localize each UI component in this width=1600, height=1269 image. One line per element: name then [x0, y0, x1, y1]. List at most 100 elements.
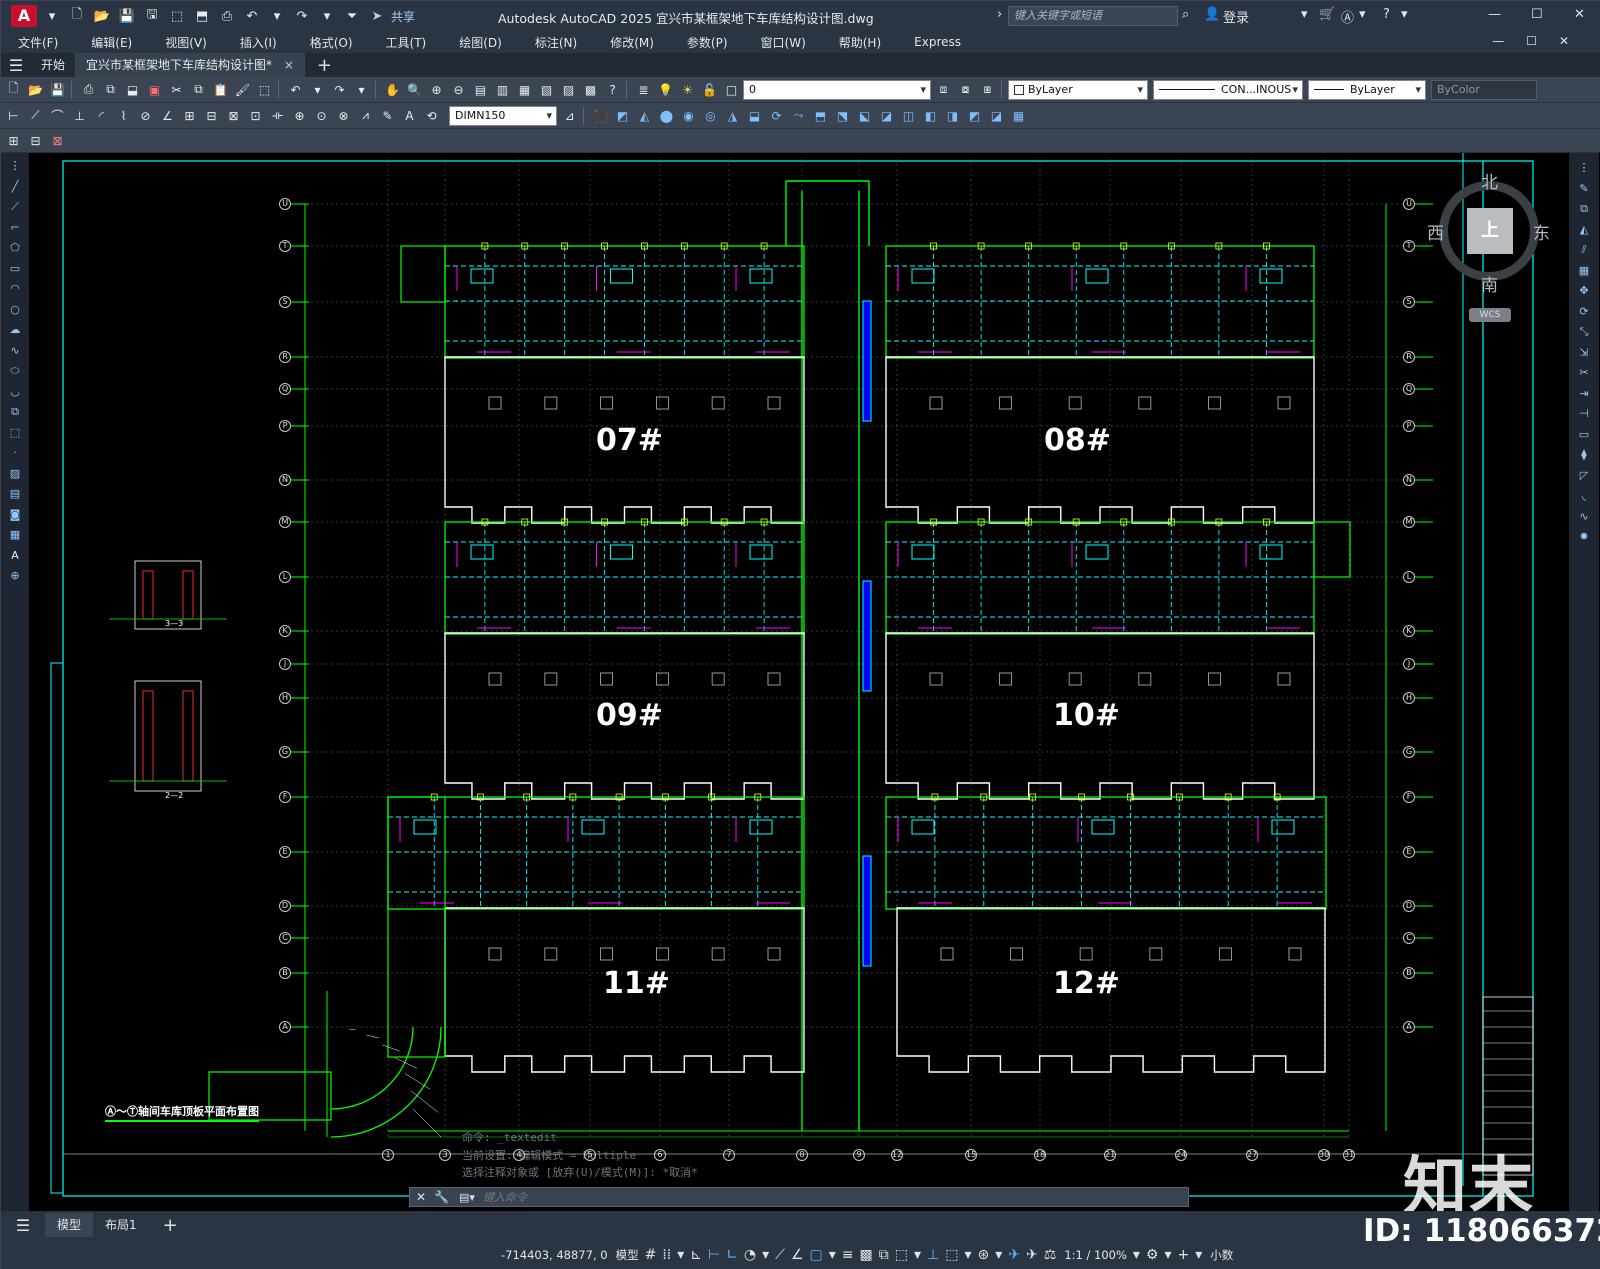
lineweight-dropdown[interactable]: ByLayer [1308, 79, 1426, 100]
make-block-icon[interactable]: ⬚ [6, 424, 24, 441]
hamburger-menu-icon[interactable]: ☰ [1, 1216, 45, 1235]
ellipse-arc-icon[interactable]: ◡ [6, 383, 24, 400]
dimension-update-icon[interactable]: ⟲ [422, 107, 441, 125]
command-prompt-icon[interactable]: ▤▾ [459, 1191, 475, 1204]
match-properties-icon[interactable]: 🖌 [233, 81, 252, 99]
reference-edit-icon[interactable]: ⊟ [26, 132, 45, 150]
auto-scale-icon[interactable]: ✈ [1026, 1247, 1038, 1263]
paste-icon[interactable]: 📋 [211, 81, 230, 99]
viewcube-east[interactable]: 东 [1533, 219, 1550, 244]
subtract-icon[interactable]: ⬕ [855, 107, 874, 125]
point-icon[interactable]: · [6, 444, 24, 461]
plotstyle-dropdown[interactable]: ByColor [1431, 79, 1537, 100]
jogged-linear-icon[interactable]: ⩘ [356, 107, 375, 125]
aligned-dimension-icon[interactable]: ⟋ [26, 107, 45, 125]
menu-express[interactable]: Express [897, 35, 977, 49]
dimension-style-dropdown[interactable]: DIMN150 [449, 105, 557, 126]
mirror-icon[interactable]: ◭ [1575, 221, 1593, 238]
new-tab-button[interactable]: + [317, 55, 332, 76]
plus-icon[interactable]: + [1178, 1247, 1190, 1263]
angular-icon[interactable]: ∠ [158, 107, 177, 125]
autodesk-a360-icon[interactable]: Ⓐ [1341, 7, 1354, 26]
grid-icon[interactable]: # [645, 1247, 657, 1263]
loft-icon[interactable]: ⬒ [811, 107, 830, 125]
infer-constraints-icon[interactable]: ⊾ [690, 1247, 702, 1263]
annotation-scale-value[interactable]: 1:1 / 100% [1064, 1248, 1127, 1262]
block-editor-icon[interactable]: ⬚ [255, 81, 274, 99]
intersect-icon[interactable]: ◪ [877, 107, 896, 125]
circle-icon[interactable]: ○ [6, 301, 24, 318]
chevron-down-icon[interactable]: ▾ [1133, 1247, 1140, 1263]
region-icon[interactable]: ◙ [6, 506, 24, 523]
chevron-down-icon[interactable]: ▾ [677, 1247, 684, 1263]
save-as-icon[interactable]: 🖫 [142, 6, 162, 26]
copy-icon[interactable]: ⧉ [189, 81, 208, 99]
3d-array-icon[interactable]: ▦ [1009, 107, 1028, 125]
chevron-down-icon[interactable]: ▾ [1164, 1247, 1171, 1263]
menu-parametric[interactable]: 参数(P) [670, 34, 744, 51]
diameter-icon[interactable]: ⊘ [136, 107, 155, 125]
join-icon[interactable]: ⧫ [1575, 446, 1593, 463]
menu-file[interactable]: 文件(F) [1, 34, 74, 51]
gradient-icon[interactable]: ▤ [6, 485, 24, 502]
layer-properties-icon[interactable]: ≣ [634, 81, 653, 99]
inspect-icon[interactable]: ⊗ [334, 107, 353, 125]
hamburger-menu-icon[interactable]: ☰ [1, 56, 31, 75]
chevron-down-icon[interactable]: ▾ [914, 1247, 921, 1263]
chevron-down-icon[interactable]: ▾ [1401, 7, 1408, 22]
layer-dropdown[interactable]: 0 [743, 79, 931, 100]
new-file-icon[interactable]: 🗋 [67, 6, 87, 26]
line-icon[interactable]: ╱ [6, 178, 24, 195]
customize-quick-access-icon[interactable]: ⏷ [342, 6, 362, 26]
annotation-visibility-icon[interactable]: ✈ [1008, 1247, 1020, 1263]
dimension-break-icon[interactable]: ⟛ [268, 107, 287, 125]
stretch-icon[interactable]: ⇲ [1575, 344, 1593, 361]
share-button[interactable]: 共享 [391, 8, 415, 25]
dimension-edit-icon[interactable]: ✎ [378, 107, 397, 125]
arc-length-icon[interactable]: ⌒ [48, 107, 67, 125]
polygon-icon[interactable]: ⬠ [6, 239, 24, 256]
zoom-previous-icon[interactable]: ⊖ [449, 81, 468, 99]
menu-window[interactable]: 窗口(W) [744, 34, 822, 51]
pan-icon[interactable]: ✋ [383, 81, 402, 99]
spline-icon[interactable]: ∿ [6, 342, 24, 359]
search-icon[interactable]: ⌕ [1182, 7, 1189, 22]
blend-curves-icon[interactable]: ∿ [1575, 508, 1593, 525]
dynamic-input-icon[interactable]: ⊢ [708, 1247, 720, 1263]
block-attribute-icon[interactable]: ⊞ [4, 132, 23, 150]
tab-drawing[interactable]: 宜兴市某框架地下车库结构设计图* × [76, 53, 305, 77]
plot-preview-icon[interactable]: ⧉ [101, 81, 120, 99]
color-dropdown[interactable]: ByLayer [1008, 79, 1148, 100]
undo-icon[interactable]: ↶ [242, 6, 262, 26]
torus-icon[interactable]: ◎ [701, 107, 720, 125]
layer-lock-icon[interactable]: 🔓 [700, 81, 719, 99]
object-snap-tracking-icon[interactable]: ∠ [791, 1247, 804, 1263]
open-file-icon[interactable]: 📂 [92, 6, 112, 26]
save-icon[interactable]: 💾 [48, 81, 67, 99]
design-center-icon[interactable]: ▥ [493, 81, 512, 99]
viewcube-top-face[interactable]: 上 [1467, 208, 1513, 254]
isodraft-icon[interactable]: ⟋ [775, 1247, 785, 1263]
chamfer-icon[interactable]: ◸ [1575, 467, 1593, 484]
offset-icon[interactable]: ⫽ [1575, 241, 1593, 258]
document-window-controls[interactable]: —☐✕ [1492, 34, 1591, 48]
array-icon[interactable]: ▦ [1575, 262, 1593, 279]
minimize-icon[interactable]: — [1488, 7, 1501, 22]
rectangle-icon[interactable]: ▭ [6, 260, 24, 277]
zoom-window-icon[interactable]: ⊕ [427, 81, 446, 99]
center-mark-icon[interactable]: ⊙ [312, 107, 331, 125]
explode-icon[interactable]: ✸ [1575, 528, 1593, 545]
scale-icon[interactable]: ⤡ [1575, 323, 1593, 340]
chevron-down-icon[interactable]: ▾ [762, 1247, 769, 1263]
object-snap-icon[interactable]: ▢ [810, 1247, 823, 1263]
properties-icon[interactable]: ▤ [471, 81, 490, 99]
viewcube-south[interactable]: 南 [1481, 271, 1498, 296]
make-current-layer-icon[interactable]: ⧈ [934, 81, 953, 99]
jogged-icon[interactable]: ⌇ [114, 107, 133, 125]
multiline-text-icon[interactable]: A [6, 547, 24, 564]
arc-icon[interactable]: ◠ [6, 280, 24, 297]
web-mobile-icon[interactable]: ⬚ [167, 6, 187, 26]
chevron-down-icon[interactable]: ▾ [829, 1247, 836, 1263]
quick-dimension-icon[interactable]: ⊞ [180, 107, 199, 125]
close-icon[interactable]: × [284, 58, 294, 72]
